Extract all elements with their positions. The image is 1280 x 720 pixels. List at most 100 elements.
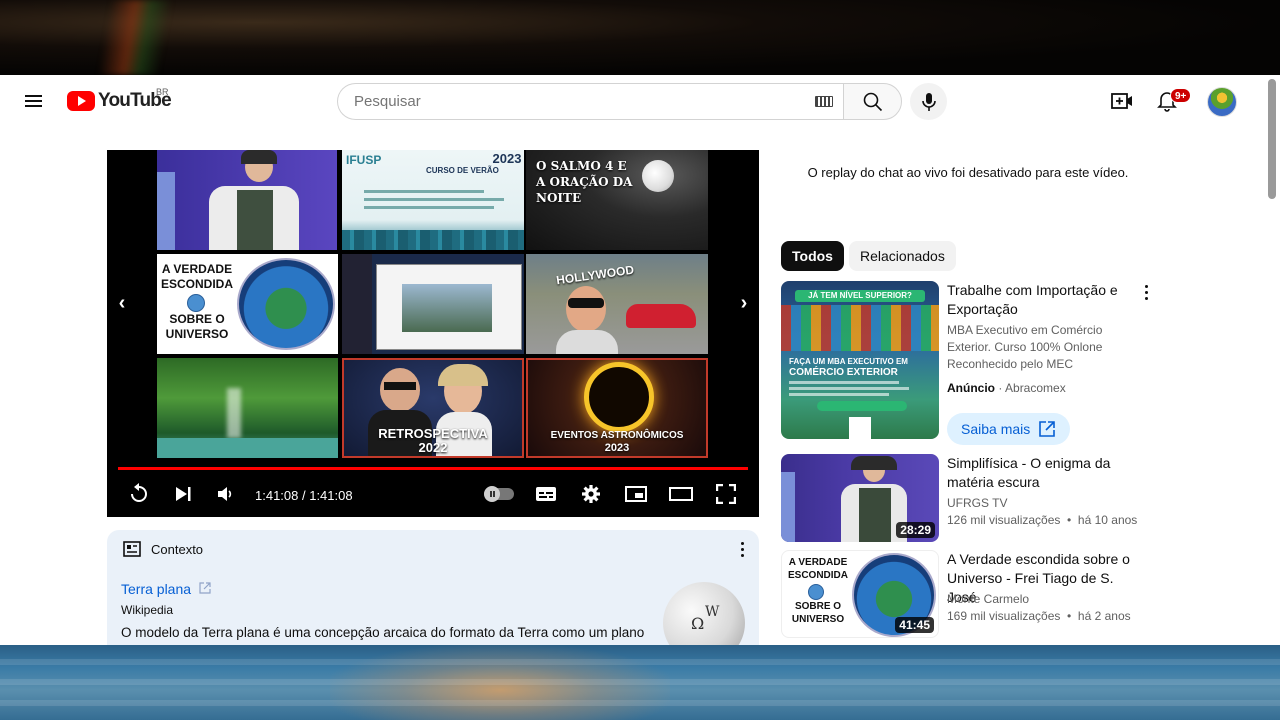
- theater-icon: [669, 487, 693, 501]
- ad-item: JÁ TEM NÍVEL SUPERIOR? FAÇA UM MBA EXECU…: [781, 281, 1161, 447]
- ad-thumb-subject: COMÉRCIO EXTERIOR: [789, 367, 898, 378]
- ad-thumbnail[interactable]: JÁ TEM NÍVEL SUPERIOR? FAÇA UM MBA EXECU…: [781, 281, 939, 439]
- replay-button[interactable]: [127, 482, 151, 506]
- ad-description: MBA Executivo em Comércio Exterior. Curs…: [947, 323, 1103, 371]
- settings-icon: [582, 485, 600, 503]
- settings-button[interactable]: [579, 482, 603, 506]
- verdade-line2: SOBRE O UNIVERSO: [165, 312, 229, 341]
- endscreen-grid: IFUSP CURSO DE VERÃO 2023 O SALMO 4 E A …: [157, 150, 709, 462]
- next-button[interactable]: [171, 482, 195, 506]
- search-input[interactable]: [354, 93, 794, 110]
- youtube-watch-page: YouTube BR Pesquisar 9+ O replay do chat…: [0, 75, 1280, 645]
- salmo-title: O SALMO 4 E A ORAÇÃO DA NOITE: [536, 159, 633, 205]
- endscreen-tile-forest[interactable]: [157, 358, 338, 458]
- context-link[interactable]: Terra plana: [121, 581, 211, 597]
- miniplayer-icon: [625, 486, 647, 502]
- avatar[interactable]: [1207, 87, 1237, 117]
- saiba-mais-button[interactable]: Saiba mais: [947, 413, 1071, 445]
- more-vert-icon[interactable]: [739, 542, 745, 558]
- recommended-video: A VERDADE ESCONDIDA SOBRE O UNIVERSO 41:…: [781, 550, 1161, 638]
- mic-icon: [921, 92, 936, 111]
- chat-disabled-message: O replay do chat ao vivo foi desativado …: [807, 165, 1129, 180]
- chip-relacionados[interactable]: Relacionados: [849, 241, 956, 271]
- subtitles-button[interactable]: [534, 482, 558, 506]
- thumb-text-line2: SOBRE O UNIVERSO: [791, 601, 845, 625]
- video-player[interactable]: IFUSP CURSO DE VERÃO 2023 O SALMO 4 E A …: [107, 150, 759, 517]
- endscreen-tile-screen[interactable]: [342, 254, 524, 354]
- notification-badge: 9+: [1170, 88, 1192, 103]
- ad-thumb-banner: JÁ TEM NÍVEL SUPERIOR?: [795, 290, 925, 302]
- desktop-background-top: [0, 0, 1280, 75]
- endscreen-tile-hollywood[interactable]: HOLLYWOOD: [526, 254, 708, 354]
- volume-button[interactable]: [213, 482, 237, 506]
- chip-todos[interactable]: Todos: [781, 241, 844, 271]
- youtube-logo[interactable]: YouTube BR: [67, 87, 172, 111]
- context-header: Contexto: [123, 541, 203, 557]
- more-vert-icon[interactable]: [1143, 285, 1149, 301]
- context-heading: Contexto: [151, 541, 204, 557]
- context-source: Wikipedia: [121, 603, 174, 617]
- video-title[interactable]: Simplifísica - O enigma da matéria escur…: [947, 454, 1135, 492]
- eventos-year: 2023: [604, 442, 630, 454]
- context-body: O modelo da Terra plana é uma concepção …: [121, 625, 645, 640]
- retro-year: 2022: [418, 440, 448, 455]
- context-panel: Contexto Terra plana Wikipedia O modelo …: [107, 530, 759, 645]
- endscreen-tile-ifusp[interactable]: IFUSP CURSO DE VERÃO 2023: [342, 150, 524, 250]
- ifusp-year: 2023: [492, 151, 522, 166]
- ad-thumb-headline: FAÇA UM MBA EXECUTIVO EM: [789, 357, 908, 366]
- video-stats: 169 mil visualizações • há 2 anos: [947, 609, 1131, 623]
- voice-search-button[interactable]: [910, 83, 947, 120]
- replay-icon: [131, 483, 147, 502]
- masthead: YouTube BR Pesquisar 9+: [0, 75, 1266, 127]
- volume-icon: [218, 487, 232, 501]
- player-controls: 1:41:08 / 1:41:08: [107, 476, 759, 512]
- desktop-background-bottom: [0, 645, 1280, 720]
- endscreen-tile-retrospectiva[interactable]: RETROSPECTIVA 2022: [342, 358, 524, 458]
- next-icon: [176, 487, 191, 501]
- ad-label: Anúncio: [947, 381, 995, 395]
- keyboard-icon[interactable]: [815, 96, 833, 107]
- search-box: [337, 83, 843, 120]
- saiba-mais-label: Saiba mais: [961, 421, 1031, 437]
- endscreen-next-arrow[interactable]: ›: [734, 292, 754, 315]
- context-icon: [123, 541, 141, 557]
- autoplay-toggle[interactable]: [483, 482, 515, 506]
- page-scrollbar[interactable]: [1268, 79, 1276, 199]
- endscreen-tile-salmo[interactable]: O SALMO 4 E A ORAÇÃO DA NOITE: [526, 150, 708, 250]
- ad-row: Anúncio · Abracomex: [947, 380, 1066, 397]
- youtube-logo-icon: [67, 91, 95, 111]
- endscreen-tile-verdade[interactable]: A VERDADE ESCONDIDA SOBRE O UNIVERSO: [157, 254, 338, 354]
- ifusp-org: IFUSP: [346, 153, 382, 167]
- search-icon: [863, 92, 882, 111]
- video-channel[interactable]: Monte Carmelo: [947, 591, 1029, 608]
- video-thumbnail[interactable]: A VERDADE ESCONDIDA SOBRE O UNIVERSO 41:…: [781, 550, 939, 638]
- ifusp-title: CURSO DE VERÃO: [426, 166, 499, 175]
- search-bar: [337, 83, 902, 120]
- endscreen-tile-eventos[interactable]: EVENTOS ASTRONÔMICOS 2023: [526, 358, 708, 458]
- video-thumbnail[interactable]: 28:29: [781, 454, 939, 542]
- ad-advertiser: · Abracomex: [998, 381, 1066, 395]
- subtitles-icon: [536, 487, 556, 501]
- fullscreen-button[interactable]: [714, 482, 738, 506]
- video-duration: 28:29: [896, 522, 935, 538]
- context-link-text: Terra plana: [121, 581, 192, 597]
- video-channel[interactable]: UFRGS TV: [947, 495, 1007, 512]
- video-stats: 126 mil visualizações • há 10 anos: [947, 513, 1138, 527]
- progress-bar[interactable]: [118, 467, 748, 470]
- theater-button[interactable]: [669, 482, 693, 506]
- fullscreen-icon: [716, 484, 736, 504]
- country-code: BR: [156, 87, 169, 97]
- miniplayer-button[interactable]: [624, 482, 648, 506]
- external-link-icon: [1039, 421, 1056, 437]
- external-link-icon: [199, 582, 211, 594]
- verdade-line1: A VERDADE ESCONDIDA: [160, 262, 233, 291]
- retro-title: RETROSPECTIVA: [378, 426, 488, 441]
- ad-title[interactable]: Trabalhe com Importação e Exportação: [947, 281, 1135, 319]
- menu-icon[interactable]: [22, 89, 46, 113]
- endscreen-prev-arrow[interactable]: ‹: [112, 292, 132, 315]
- eventos-title: EVENTOS ASTRONÔMICOS: [550, 430, 684, 441]
- wikipedia-globe-icon: Ω W: [663, 582, 745, 645]
- create-button[interactable]: [1110, 89, 1134, 113]
- endscreen-tile-lecture[interactable]: [157, 150, 337, 250]
- search-button[interactable]: [843, 83, 902, 120]
